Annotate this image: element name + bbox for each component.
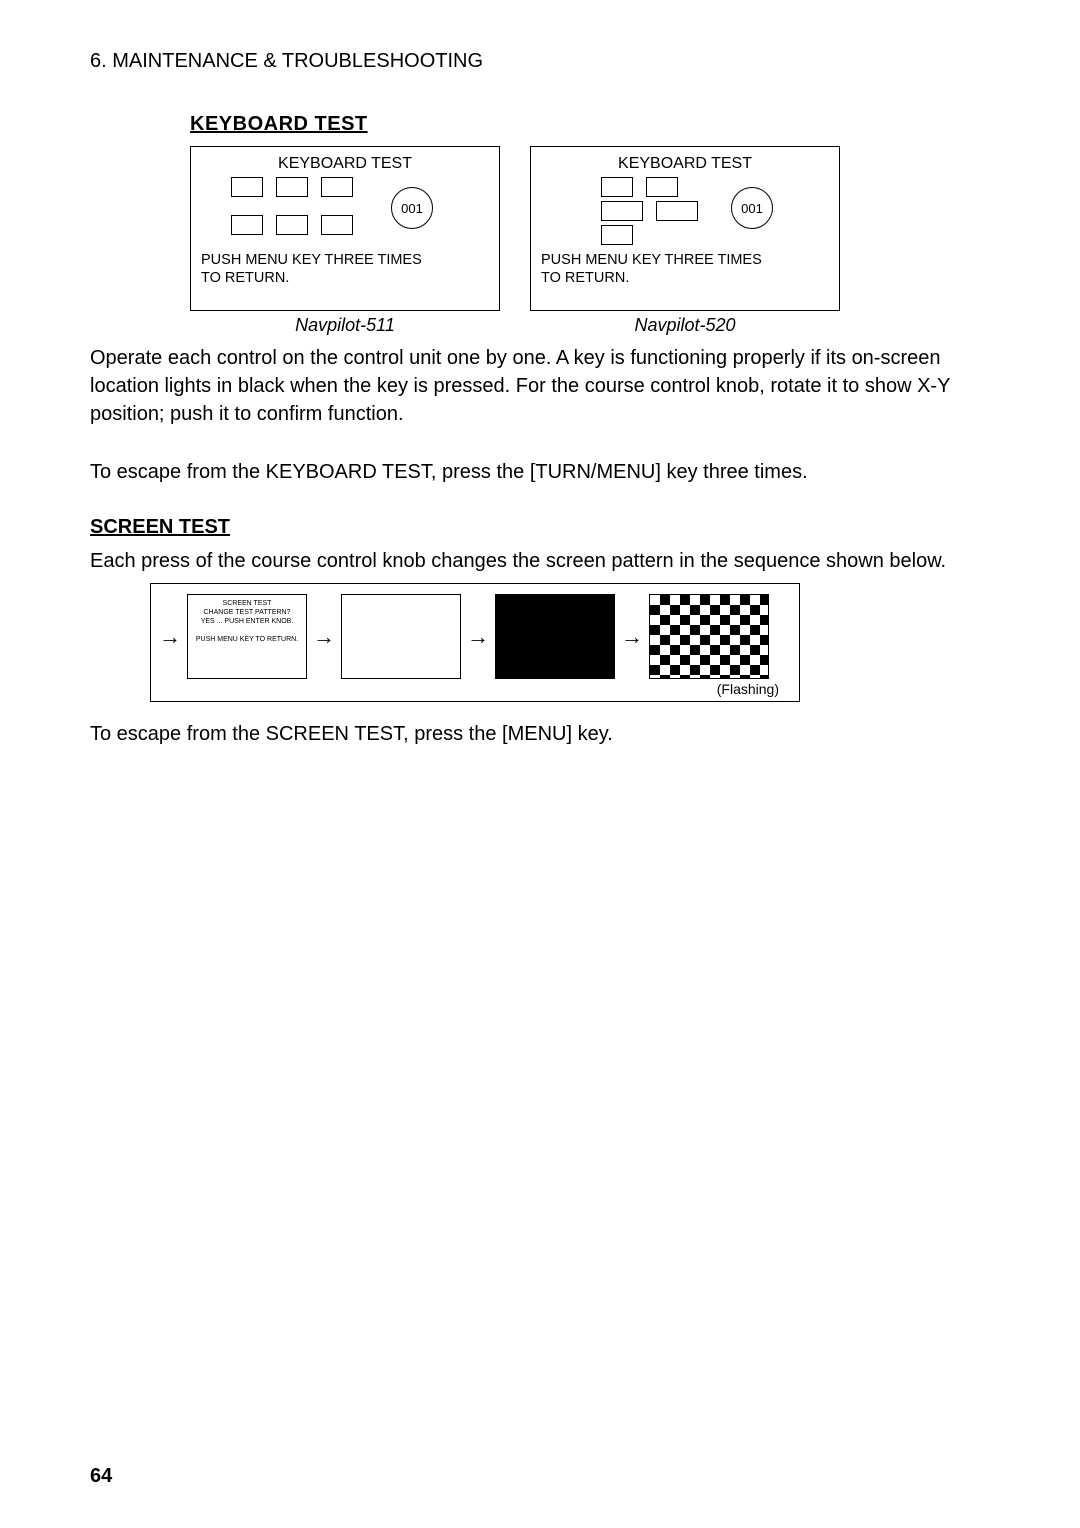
course-knob: 001 — [391, 187, 433, 229]
kb-instruction: PUSH MENU KEY THREE TIMES TO RETURN. — [541, 251, 829, 287]
key-rect — [276, 215, 308, 235]
chapter-header: 6. MAINTENANCE & TROUBLESHOOTING — [90, 50, 990, 73]
section-title-screen: SCREEN TEST — [90, 516, 990, 539]
screen-escape-text: To escape from the SCREEN TEST, press th… — [90, 720, 990, 748]
arrow-icon: → — [159, 626, 181, 648]
st-line2: CHANGE TEST PATTERN? — [204, 609, 291, 616]
arrow-icon: → — [467, 626, 489, 648]
kb-escape-text: To escape from the KEYBOARD TEST, press … — [90, 458, 990, 486]
kb-instr-line2: TO RETURN. — [541, 270, 629, 286]
st-line3: YES ... PUSH ENTER KNOB. — [201, 618, 294, 625]
screen-intro-text: Each press of the course control knob ch… — [90, 547, 990, 575]
screen-flow-row: → SCREEN TEST CHANGE TEST PATTERN? YES .… — [159, 594, 791, 679]
key-rect — [321, 215, 353, 235]
document-page: 6. MAINTENANCE & TROUBLESHOOTING KEYBOAR… — [0, 0, 1080, 1528]
kb-panel-511: KEYBOARD TEST 001 PUSH MENU KEY THREE TI… — [190, 146, 500, 311]
page-number: 64 — [90, 1465, 112, 1488]
key-rect — [601, 225, 633, 245]
kb-instr-line1: PUSH MENU KEY THREE TIMES — [541, 252, 762, 268]
kb-caption-right: Navpilot-520 — [530, 315, 840, 336]
keyboard-test-panels: KEYBOARD TEST 001 PUSH MENU KEY THREE TI… — [190, 146, 990, 311]
course-knob: 001 — [731, 187, 773, 229]
st-line1: SCREEN TEST — [223, 600, 272, 607]
kb-panel-520: KEYBOARD TEST 001 PUSH MENU KEY THREE TI… — [530, 146, 840, 311]
kb-paragraph: Operate each control on the control unit… — [90, 344, 990, 428]
screen-box-checker — [649, 594, 769, 679]
kb-instr-line1: PUSH MENU KEY THREE TIMES — [201, 252, 422, 268]
arrow-icon: → — [621, 626, 643, 648]
screen-test-diagram: → SCREEN TEST CHANGE TEST PATTERN? YES .… — [150, 583, 800, 702]
kb-caption-left: Navpilot-511 — [190, 315, 500, 336]
knob-value: 001 — [401, 201, 423, 216]
key-rect — [601, 201, 643, 221]
key-rect — [656, 201, 698, 221]
key-rect — [601, 177, 633, 197]
kb-instruction: PUSH MENU KEY THREE TIMES TO RETURN. — [201, 251, 489, 287]
kb-panel-title: KEYBOARD TEST — [201, 155, 489, 173]
key-rect — [646, 177, 678, 197]
screen-box-text: SCREEN TEST CHANGE TEST PATTERN? YES ...… — [187, 594, 307, 679]
kb-panel-title: KEYBOARD TEST — [541, 155, 829, 173]
kb-keys-area: 001 — [201, 177, 489, 247]
key-rect — [276, 177, 308, 197]
knob-value: 001 — [741, 201, 763, 216]
kb-keys-area: 001 — [541, 177, 829, 247]
st-line4: PUSH MENU KEY TO RETURN. — [196, 636, 298, 643]
key-rect — [321, 177, 353, 197]
screen-box-black — [495, 594, 615, 679]
section-title-keyboard: KEYBOARD TEST — [190, 113, 990, 136]
arrow-icon: → — [313, 626, 335, 648]
kb-instr-line2: TO RETURN. — [201, 270, 289, 286]
kb-captions: Navpilot-511 Navpilot-520 — [190, 315, 840, 336]
screen-box-white — [341, 594, 461, 679]
key-rect — [231, 215, 263, 235]
key-rect — [231, 177, 263, 197]
screen-box-inner-text: SCREEN TEST CHANGE TEST PATTERN? YES ...… — [188, 595, 306, 648]
flashing-label: (Flashing) — [159, 681, 779, 697]
